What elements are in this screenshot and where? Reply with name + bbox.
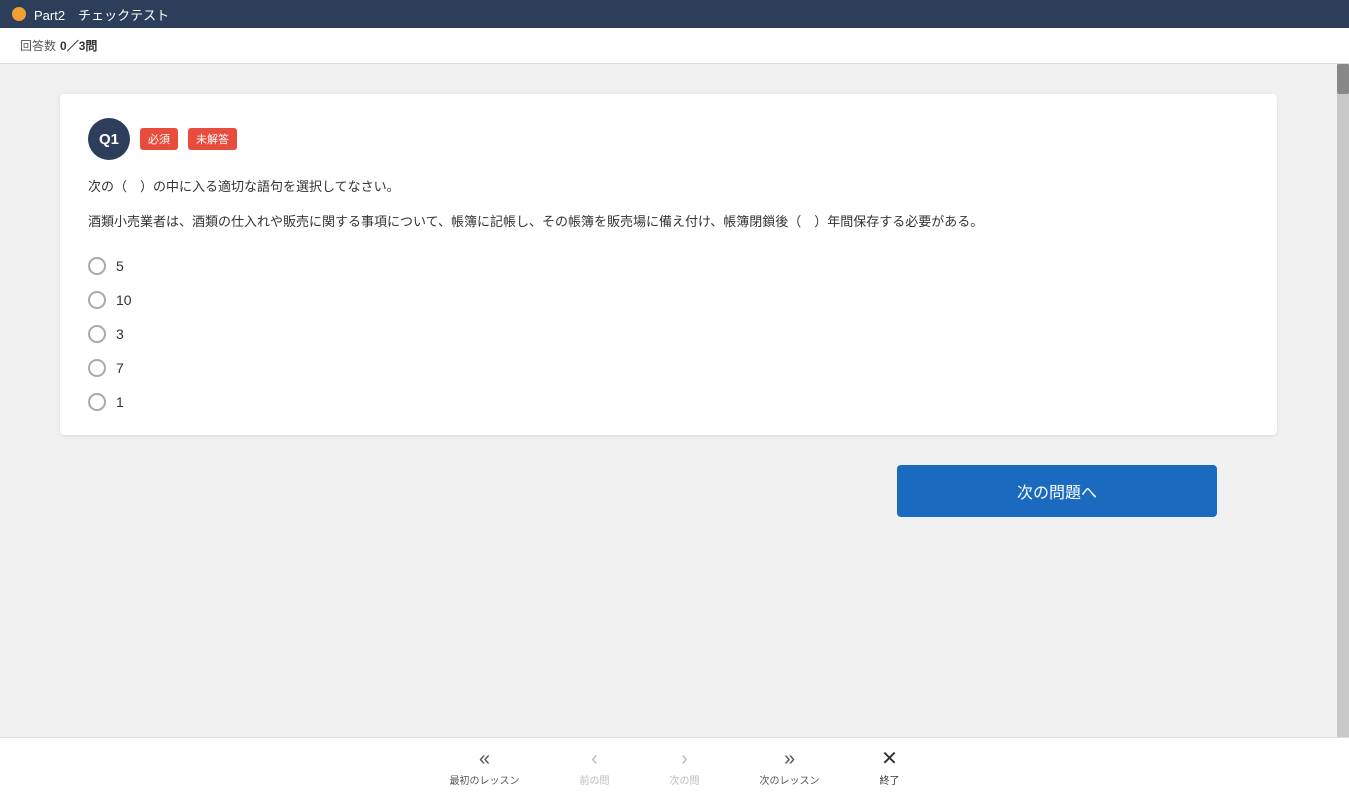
option-item[interactable]: 10 bbox=[88, 291, 1249, 309]
next-button[interactable]: 次の問題へ bbox=[897, 465, 1217, 517]
bottom-nav: « 最初のレッスン ‹ 前の問 › 次の問 » 次のレッスン ✕ 終了 bbox=[0, 737, 1349, 797]
progress-bar: 回答数 0／3問 bbox=[0, 28, 1349, 64]
prev-icon: ‹ bbox=[591, 749, 598, 769]
nav-next: › 次の問 bbox=[670, 749, 700, 787]
close-icon: ✕ bbox=[881, 749, 898, 769]
first-lesson-icon: « bbox=[479, 749, 490, 769]
close-label: 終了 bbox=[880, 772, 900, 787]
last-lesson-label: 次のレッスン bbox=[760, 772, 820, 787]
scrollbar-track[interactable] bbox=[1337, 64, 1349, 737]
prev-label: 前の問 bbox=[580, 772, 610, 787]
option-label: 10 bbox=[116, 292, 132, 308]
main-wrapper: Q1 必須 未解答 次の（ ）の中に入る適切な語句を選択してなさい。 酒類小売業… bbox=[0, 64, 1349, 737]
first-lesson-label: 最初のレッスン bbox=[450, 772, 520, 787]
header-title: Part2 チェックテスト bbox=[34, 5, 169, 24]
question-instruction: 次の（ ）の中に入る適切な語句を選択してなさい。 bbox=[88, 176, 1249, 195]
question-badge: Q1 bbox=[88, 118, 130, 160]
option-label: 7 bbox=[116, 360, 124, 376]
nav-first-lesson[interactable]: « 最初のレッスン bbox=[450, 749, 520, 787]
question-header: Q1 必須 未解答 bbox=[88, 118, 1249, 160]
option-item[interactable]: 7 bbox=[88, 359, 1249, 377]
option-label: 1 bbox=[116, 394, 124, 410]
progress-count: 0／3問 bbox=[60, 37, 97, 54]
main-content: Q1 必須 未解答 次の（ ）の中に入る適切な語句を選択してなさい。 酒類小売業… bbox=[0, 64, 1337, 737]
nav-prev: ‹ 前の問 bbox=[580, 749, 610, 787]
option-item[interactable]: 5 bbox=[88, 257, 1249, 275]
option-item[interactable]: 3 bbox=[88, 325, 1249, 343]
nav-close[interactable]: ✕ 終了 bbox=[880, 749, 900, 787]
next-icon: › bbox=[681, 749, 688, 769]
radio-circle[interactable] bbox=[88, 325, 106, 343]
tag-unanswered: 未解答 bbox=[188, 128, 237, 150]
radio-circle[interactable] bbox=[88, 359, 106, 377]
nav-last-lesson[interactable]: » 次のレッスン bbox=[760, 749, 820, 787]
next-label: 次の問 bbox=[670, 772, 700, 787]
radio-circle[interactable] bbox=[88, 291, 106, 309]
tag-required: 必須 bbox=[140, 128, 178, 150]
progress-label: 回答数 bbox=[20, 37, 56, 54]
option-label: 5 bbox=[116, 258, 124, 274]
option-item[interactable]: 1 bbox=[88, 393, 1249, 411]
last-lesson-icon: » bbox=[784, 749, 795, 769]
header-dot-icon bbox=[12, 7, 26, 21]
button-area: 次の問題へ bbox=[60, 455, 1277, 537]
radio-circle[interactable] bbox=[88, 393, 106, 411]
scrollbar-thumb[interactable] bbox=[1337, 64, 1349, 94]
question-text: 酒類小売業者は、酒類の仕入れや販売に関する事項について、帳簿に記帳し、その帳簿を… bbox=[88, 211, 1249, 233]
question-card: Q1 必須 未解答 次の（ ）の中に入る適切な語句を選択してなさい。 酒類小売業… bbox=[60, 94, 1277, 435]
options-list: 5 10 3 7 1 bbox=[88, 257, 1249, 411]
option-label: 3 bbox=[116, 326, 124, 342]
radio-circle[interactable] bbox=[88, 257, 106, 275]
header-bar: Part2 チェックテスト bbox=[0, 0, 1349, 28]
